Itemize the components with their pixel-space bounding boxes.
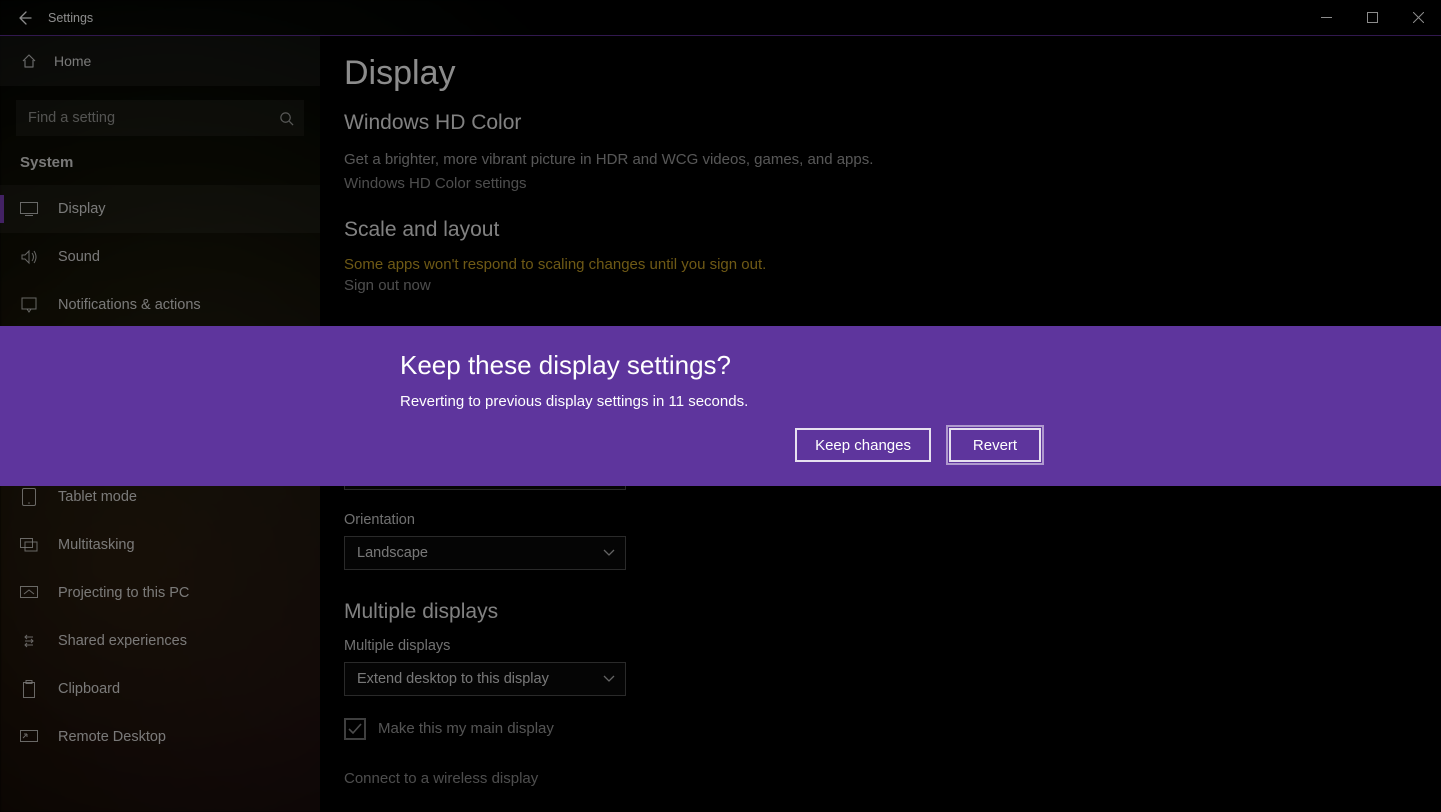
dialog-message: Reverting to previous display settings i… — [400, 393, 1042, 410]
sidebar-item-clipboard[interactable]: Clipboard — [0, 665, 320, 713]
search-icon — [279, 111, 294, 126]
multiple-displays-value: Extend desktop to this display — [357, 671, 549, 687]
sidebar-item-display[interactable]: Display — [0, 185, 320, 233]
maximize-icon — [1367, 12, 1378, 23]
multitasking-icon — [20, 536, 38, 554]
tablet-icon — [20, 488, 38, 506]
close-icon — [1413, 12, 1424, 23]
scale-heading: Scale and layout — [344, 218, 1441, 242]
home-button[interactable]: Home — [0, 36, 320, 86]
multiple-displays-label: Multiple displays — [344, 638, 1441, 654]
window-title: Settings — [48, 11, 93, 25]
sidebar-item-remote[interactable]: Remote Desktop — [0, 713, 320, 761]
minimize-icon — [1321, 12, 1332, 23]
chevron-down-icon — [603, 549, 615, 557]
make-main-display-label: Make this my main display — [378, 720, 554, 737]
checkbox-icon — [344, 718, 366, 740]
window-controls — [1303, 2, 1441, 34]
multiple-displays-heading: Multiple displays — [344, 600, 1441, 624]
sidebar-item-label: Shared experiences — [58, 633, 187, 649]
back-button[interactable] — [0, 0, 48, 36]
close-button[interactable] — [1395, 2, 1441, 34]
make-main-display-checkbox-row[interactable]: Make this my main display — [344, 718, 1441, 740]
hd-color-heading: Windows HD Color — [344, 111, 1441, 135]
sidebar-item-label: Tablet mode — [58, 489, 137, 505]
hd-color-description: Get a brighter, more vibrant picture in … — [344, 149, 904, 171]
notifications-icon — [20, 296, 38, 314]
clipboard-icon — [20, 680, 38, 698]
back-arrow-icon — [16, 10, 32, 26]
display-settings-dialog: Keep these display settings? Reverting t… — [0, 326, 1441, 486]
multiple-displays-combobox[interactable]: Extend desktop to this display — [344, 662, 626, 696]
sidebar-item-sound[interactable]: Sound — [0, 233, 320, 281]
projecting-icon — [20, 584, 38, 602]
display-icon — [20, 200, 38, 218]
connect-wireless-link[interactable]: Connect to a wireless display — [344, 770, 1441, 787]
minimize-button[interactable] — [1303, 2, 1349, 34]
section-label: System — [0, 154, 320, 185]
sidebar-item-label: Remote Desktop — [58, 729, 166, 745]
page-title: Display — [344, 54, 1441, 93]
revert-button[interactable]: Revert — [949, 428, 1041, 462]
sidebar-item-label: Multitasking — [58, 537, 135, 553]
dialog-title: Keep these display settings? — [400, 350, 1042, 381]
sidebar-item-shared[interactable]: Shared experiences — [0, 617, 320, 665]
sidebar-item-notifications[interactable]: Notifications & actions — [0, 281, 320, 329]
maximize-button[interactable] — [1349, 2, 1395, 34]
search-input[interactable] — [28, 110, 279, 126]
orientation-value: Landscape — [357, 545, 428, 561]
sidebar-item-projecting[interactable]: Projecting to this PC — [0, 569, 320, 617]
sidebar-item-label: Sound — [58, 249, 100, 265]
sidebar-item-label: Notifications & actions — [58, 297, 201, 313]
sound-icon — [20, 248, 38, 266]
remote-icon — [20, 728, 38, 746]
sign-out-link[interactable]: Sign out now — [344, 277, 1441, 294]
keep-changes-button[interactable]: Keep changes — [795, 428, 931, 462]
orientation-label: Orientation — [344, 512, 1441, 528]
orientation-combobox[interactable]: Landscape — [344, 536, 626, 570]
sidebar-item-multitasking[interactable]: Multitasking — [0, 521, 320, 569]
search-box[interactable] — [16, 100, 304, 136]
sidebar-item-label: Clipboard — [58, 681, 120, 697]
titlebar: Settings — [0, 0, 1441, 36]
scale-warning: Some apps won't respond to scaling chang… — [344, 256, 1441, 273]
sidebar-item-label: Projecting to this PC — [58, 585, 189, 601]
hd-color-settings-link[interactable]: Windows HD Color settings — [344, 175, 1441, 192]
home-icon — [20, 52, 38, 70]
home-label: Home — [54, 53, 91, 69]
chevron-down-icon — [603, 675, 615, 683]
sidebar-item-label: Display — [58, 201, 106, 217]
shared-icon — [20, 632, 38, 650]
